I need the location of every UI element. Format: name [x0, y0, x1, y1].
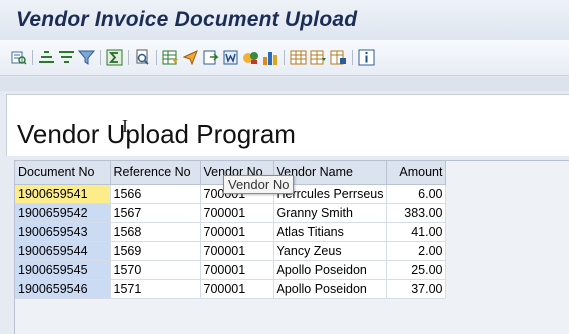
amount-cell[interactable]: 41.00: [386, 222, 447, 242]
print-preview-icon[interactable]: [134, 49, 151, 66]
column-header-reference-no[interactable]: Reference No: [110, 161, 201, 185]
vendor-name-cell[interactable]: Apollo Poseidon: [273, 260, 388, 280]
document-no-cell[interactable]: 1900659542: [15, 203, 111, 223]
reference-no-cell[interactable]: 1570: [110, 260, 201, 280]
text-cursor-icon: I: [122, 116, 128, 136]
amount-cell[interactable]: 37.00: [386, 279, 447, 299]
table-row[interactable]: 1900659543 1568 700001 Atlas Titians 41.…: [15, 222, 447, 242]
select-layout-icon[interactable]: [310, 49, 327, 66]
graphic-icon[interactable]: [262, 49, 279, 66]
reference-no-cell[interactable]: 1567: [110, 203, 201, 223]
heading-panel: Vendor Upload Program: [6, 94, 569, 156]
local-file-icon[interactable]: [202, 49, 219, 66]
column-tooltip: Vendor No: [223, 175, 295, 194]
document-no-cell[interactable]: 1900659544: [15, 241, 111, 261]
save-layout-icon[interactable]: [330, 49, 347, 66]
amount-cell[interactable]: 6.00: [386, 184, 447, 204]
vendor-name-cell[interactable]: Atlas Titians: [273, 222, 388, 242]
amount-cell[interactable]: 25.00: [386, 260, 447, 280]
table-row[interactable]: 1900659544 1569 700001 Yancy Zeus 2.00: [15, 241, 447, 261]
send-icon[interactable]: [182, 49, 199, 66]
details-icon[interactable]: [10, 49, 27, 66]
change-layout-icon[interactable]: [290, 49, 307, 66]
alv-toolbar: [0, 40, 569, 76]
vendor-name-cell[interactable]: Apollo Poseidon: [273, 279, 388, 299]
vendor-no-cell[interactable]: 700001: [200, 279, 274, 299]
column-header-document-no[interactable]: Document No: [15, 161, 111, 185]
reference-no-cell[interactable]: 1569: [110, 241, 201, 261]
toolbar-separator: [100, 50, 101, 65]
table-row[interactable]: 1900659542 1567 700001 Granny Smith 383.…: [15, 203, 447, 223]
document-no-cell[interactable]: 1900659545: [15, 260, 111, 280]
table-row[interactable]: 1900659545 1570 700001 Apollo Poseidon 2…: [15, 260, 447, 280]
document-no-cell[interactable]: 1900659541: [15, 184, 111, 204]
vendor-name-cell[interactable]: Yancy Zeus: [273, 241, 388, 261]
reference-no-cell[interactable]: 1571: [110, 279, 201, 299]
toolbar-divider-strip: [0, 77, 569, 91]
toolbar-separator: [32, 50, 33, 65]
toolbar-separator: [156, 50, 157, 65]
vendor-no-cell[interactable]: 700001: [200, 203, 274, 223]
reference-no-cell[interactable]: 1568: [110, 222, 201, 242]
window-title: Vendor Invoice Document Upload: [16, 8, 358, 31]
abc-analysis-icon[interactable]: [242, 49, 259, 66]
sort-descending-icon[interactable]: [58, 49, 75, 66]
toolbar-separator: [128, 50, 129, 65]
vendor-no-cell[interactable]: 700001: [200, 222, 274, 242]
document-no-cell[interactable]: 1900659546: [15, 279, 111, 299]
page-title: Vendor Upload Program: [17, 119, 296, 149]
sum-icon[interactable]: [106, 49, 123, 66]
vendor-no-cell[interactable]: 700001: [200, 260, 274, 280]
sort-ascending-icon[interactable]: [38, 49, 55, 66]
title-bar: Vendor Invoice Document Upload: [0, 0, 569, 40]
word-processing-icon[interactable]: [222, 49, 239, 66]
column-header-amount[interactable]: Amount: [386, 161, 447, 185]
vendor-name-cell[interactable]: Granny Smith: [273, 203, 388, 223]
toolbar-separator: [284, 50, 285, 65]
reference-no-cell[interactable]: 1566: [110, 184, 201, 204]
filter-icon[interactable]: [78, 49, 95, 66]
amount-cell[interactable]: 383.00: [386, 203, 447, 223]
information-icon[interactable]: [358, 49, 375, 66]
table-row[interactable]: 1900659546 1571 700001 Apollo Poseidon 3…: [15, 279, 447, 299]
export-spreadsheet-icon[interactable]: [162, 49, 179, 66]
document-no-cell[interactable]: 1900659543: [15, 222, 111, 242]
toolbar-separator: [352, 50, 353, 65]
amount-cell[interactable]: 2.00: [386, 241, 447, 261]
vendor-no-cell[interactable]: 700001: [200, 241, 274, 261]
